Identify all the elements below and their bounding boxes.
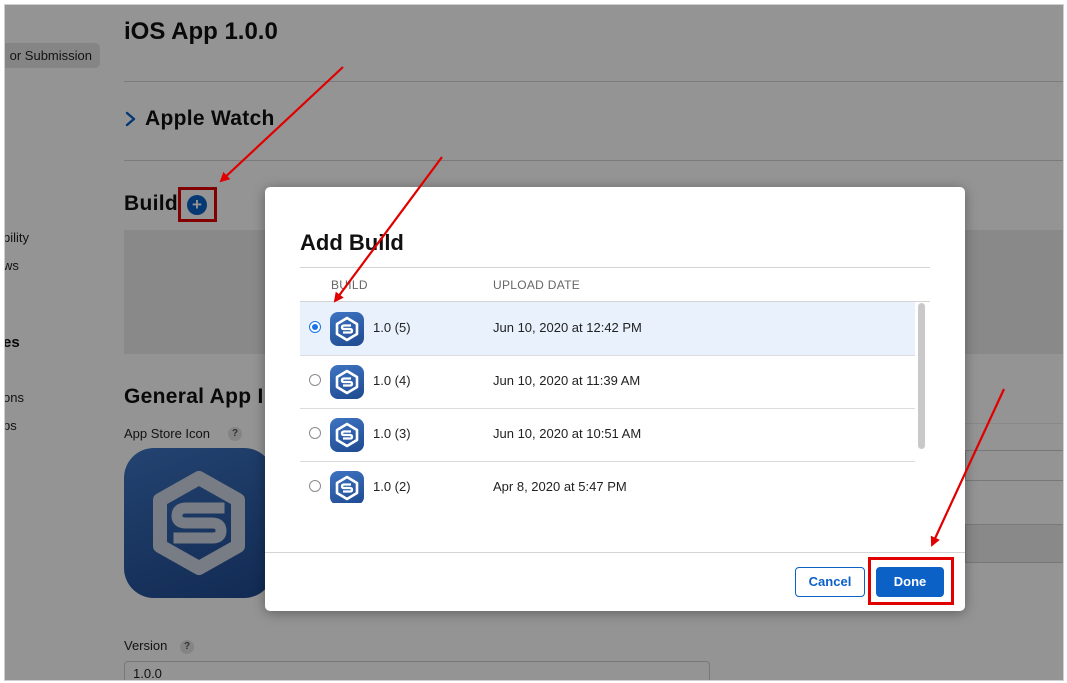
arrow-to-add-build: [219, 66, 344, 183]
annotation-arrows: [219, 66, 1005, 547]
window: or Submission bility ws es ons ps iOS Ap…: [4, 4, 1064, 681]
page-background: or Submission bility ws es ons ps iOS Ap…: [5, 5, 1063, 680]
arrow-to-selected-build: [333, 156, 443, 303]
arrow-to-done-button: [930, 388, 1005, 547]
